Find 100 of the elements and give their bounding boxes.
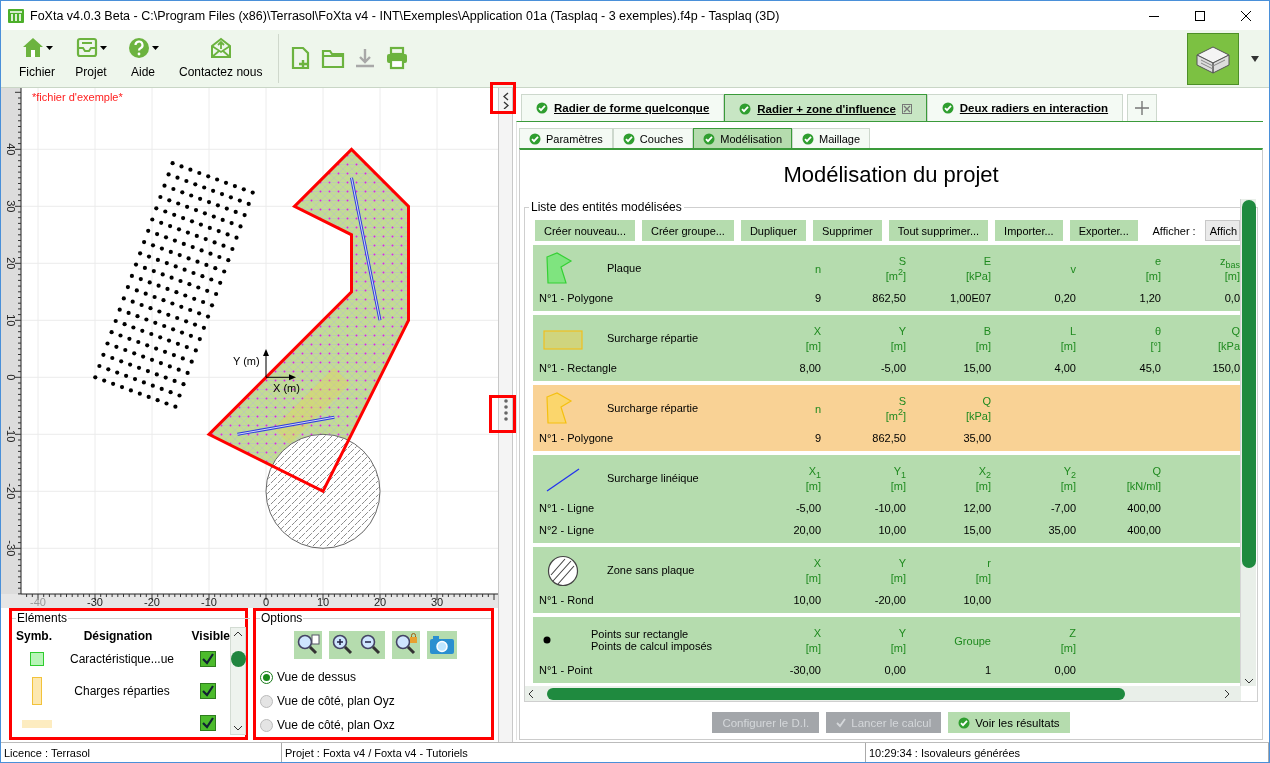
entity-name[interactable]: N°1 - Rond <box>539 594 736 606</box>
entity-group[interactable]: Surcharge répartie n S [m$^{2}$] Q [kPa] N°1 - Polygone 9 862,50 35,00 <box>533 385 1240 451</box>
document-tab[interactable]: Deux radiers en interaction <box>926 94 1124 121</box>
maximize-icon <box>1195 10 1205 21</box>
column-header: Z <box>1069 626 1076 641</box>
action-button[interactable]: Tout supprimer... <box>888 220 989 241</box>
entity-name[interactable]: N°1 - Polygone <box>539 292 736 304</box>
zoom-lock-icon[interactable] <box>394 633 418 657</box>
add-tab-icon[interactable] <box>1127 94 1158 121</box>
unit-label: [°] <box>1150 339 1161 354</box>
group-title: Liste des entités modélisées <box>530 200 683 214</box>
column-header: Q <box>982 394 991 409</box>
axis-tick-label: -20 <box>144 596 160 608</box>
entity-type-label: Points de calcul imposés <box>591 640 713 652</box>
chevron-down-icon[interactable] <box>1243 678 1254 684</box>
ribbon-button[interactable]: Contactez nous <box>171 30 271 87</box>
help-icon <box>127 36 151 60</box>
table-cell-text: -30,00 <box>788 664 821 676</box>
entity-group[interactable]: Plaque n S [m$^{2}$] E [kPa] v e [m] z$_{bas}$ [m] N°1 - Polygone 9 862,50 1,00E07 0,20 1,20 0,0 <box>533 245 1240 311</box>
action-button[interactable]: Créer nouveau... <box>535 220 635 241</box>
column-header: Symb. <box>16 629 53 643</box>
chevron-up-icon[interactable] <box>233 631 243 637</box>
action-button[interactable]: Créer groupe... <box>641 220 734 241</box>
camera-icon[interactable] <box>429 633 455 657</box>
table-cell-text: 862,50 <box>871 292 906 304</box>
document-tab[interactable]: Radier + zone d'influence <box>724 94 927 122</box>
visible-checkbox[interactable] <box>200 651 216 667</box>
vertical-scrollbar[interactable] <box>230 627 246 735</box>
entity-group[interactable]: Points sur rectangle Points de calcul imposés X [m] Y [m] Groupe Z [m] N°1 - Point -30,00 0,00 1 0,00 <box>533 617 1240 683</box>
unit-label: [m] <box>1060 339 1076 354</box>
panel-title: Options <box>260 611 304 625</box>
example-file-note: *fichier d'exemple* <box>32 91 123 103</box>
column-header: Y <box>898 626 906 641</box>
display-dropdown[interactable]: Affich <box>1204 220 1240 241</box>
unit-label: [m] <box>890 641 906 656</box>
axis-tick-label: 30 <box>5 200 17 213</box>
entity-group[interactable]: Surcharge linéique X$_{1}$ [m] Y$_{1}$ [m] X$_{2}$ [m] Y$_{2}$ [m] Q [kN/ml] N°1 - Ligne -5,00 -10,00 12,00 -7,00 400,00 N°2 - Ligne 20,00 10,00 15,00 35,00 400,00 <box>533 455 1240 543</box>
table-cell-text: 150,0 <box>1211 362 1240 374</box>
scroll-thumb[interactable] <box>1241 200 1256 568</box>
entity-name[interactable]: N°1 - Polygone <box>539 432 736 444</box>
close-tab-icon[interactable] <box>901 103 912 114</box>
axis-tick-label: -10 <box>5 426 17 443</box>
chevron-down-icon[interactable] <box>233 725 243 731</box>
unit-label: [m] <box>975 339 991 354</box>
table-cell-text: 0,00 <box>883 664 906 676</box>
entity-type-label: Points sur rectangle <box>591 628 690 640</box>
chevron-left-icon[interactable] <box>528 688 534 699</box>
column-header: X <box>813 324 821 339</box>
3d-view-button[interactable] <box>1187 33 1239 85</box>
project-icon <box>75 36 99 60</box>
visible-checkbox[interactable] <box>200 715 216 731</box>
entity-name[interactable]: N°1 - Ligne <box>539 502 736 514</box>
unit-label: [kPa <box>1218 339 1240 354</box>
vertical-scrollbar[interactable] <box>1240 199 1256 686</box>
chevron-right-icon[interactable] <box>1224 688 1230 699</box>
axis-tick-label: -30 <box>5 540 17 557</box>
table-cell-text: -10,00 <box>873 502 906 514</box>
footer-button[interactable]: Voir les résultats <box>948 712 1070 733</box>
strip-symbol-icon <box>22 718 52 728</box>
scroll-thumb[interactable] <box>230 651 246 667</box>
view-radio[interactable]: Vue de côté, plan Oyz <box>260 689 487 713</box>
axis-tick-label: -40 <box>30 596 46 608</box>
ribbon-button[interactable]: Fichier <box>11 30 63 87</box>
zoom-fit-icon[interactable] <box>296 633 320 657</box>
axis-tick-label: 0 <box>5 374 17 381</box>
axis-tick-label: -10 <box>201 596 217 608</box>
entity-name[interactable]: N°1 - Point <box>539 664 736 676</box>
table-cell-text: 4,00 <box>1053 362 1076 374</box>
collapse-toggle-icon[interactable] <box>501 91 510 109</box>
section-tab[interactable]: Paramètres <box>519 128 613 148</box>
horizontal-scrollbar[interactable] <box>525 686 1241 701</box>
column-header: Q <box>1231 324 1240 339</box>
axis-tick-label: 40 <box>5 143 17 156</box>
action-button[interactable]: Importer... <box>995 220 1063 241</box>
unit-label: [m] <box>805 339 821 354</box>
action-button[interactable]: Exporter... <box>1069 220 1138 241</box>
section-tab[interactable]: Modélisation <box>693 128 793 148</box>
entity-group[interactable]: Zone sans plaque X [m] Y [m] r [m] N°1 - Rond 10,00 -20,00 10,00 <box>533 547 1240 613</box>
unit-label: [m] <box>1060 479 1076 494</box>
view-radio[interactable]: Vue de côté, plan Oxz <box>260 713 487 737</box>
ribbon-button[interactable]: Projet <box>67 30 115 87</box>
zoom-in-icon[interactable] <box>331 633 355 657</box>
splitter-grip-icon[interactable] <box>503 399 508 421</box>
action-button[interactable]: Supprimer <box>813 220 882 241</box>
zoom-out-icon[interactable] <box>359 633 383 657</box>
view-radio[interactable]: Vue de dessus <box>260 665 487 689</box>
action-button[interactable]: Dupliquer <box>740 220 806 241</box>
column-header: E <box>983 254 991 269</box>
visible-checkbox[interactable] <box>200 683 216 699</box>
entity-name[interactable]: N°1 - Rectangle <box>539 362 736 374</box>
section-tab[interactable]: Maillage <box>792 128 870 148</box>
entity-group[interactable]: Surcharge répartie X [m] Y [m] B [m] L [m] θ [°] Q [kPa N°1 - Rectangle 8,00 -5,00 15,00 4,00 45,0 150,0 <box>533 315 1240 381</box>
ribbon-button[interactable]: Aide <box>119 30 167 87</box>
section-tab[interactable]: Couches <box>612 128 694 148</box>
scroll-thumb[interactable] <box>547 687 1125 700</box>
unit-label: [m] <box>805 571 821 586</box>
table-cell-text: 10,00 <box>792 594 821 606</box>
document-tab[interactable]: Radier de forme quelconque <box>521 94 725 121</box>
check-icon <box>703 132 716 145</box>
entity-name[interactable]: N°2 - Ligne <box>539 524 736 536</box>
